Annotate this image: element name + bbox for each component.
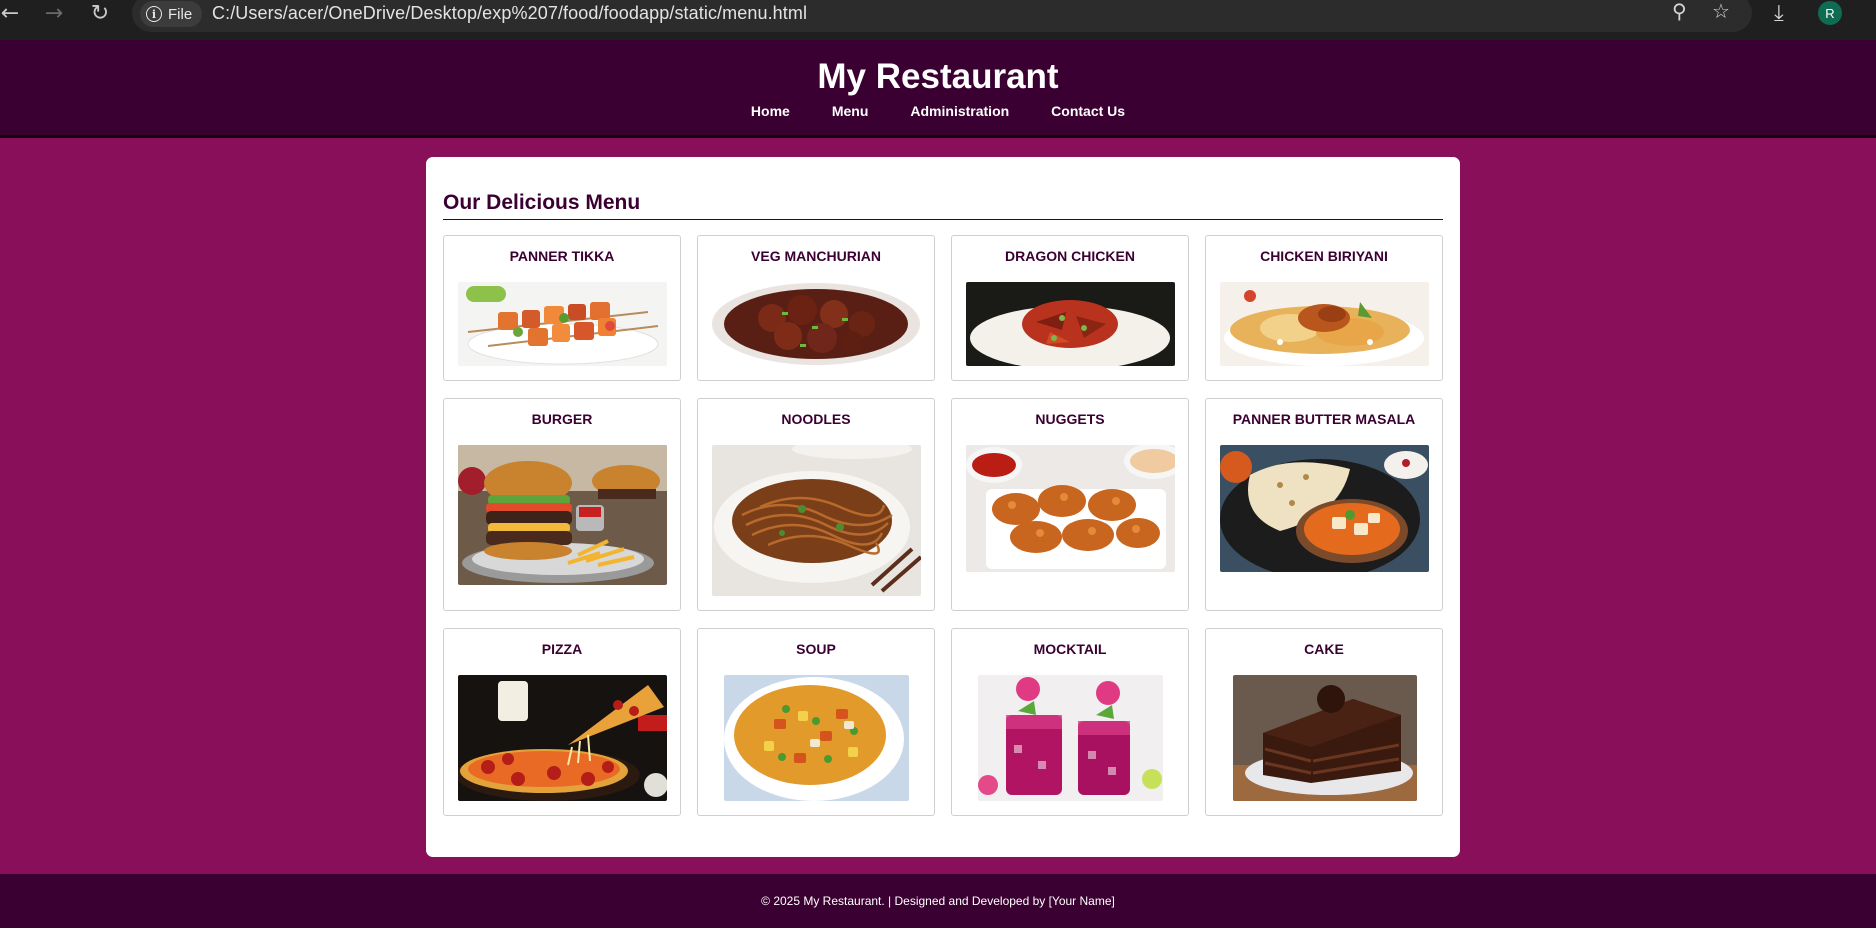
menu-item-card: NUGGETS [951,398,1189,611]
burger-image [458,445,667,585]
mocktail-image [978,675,1163,801]
menu-item-card: NOODLES [697,398,935,611]
bookmark-star-icon[interactable]: ☆ [1712,0,1730,23]
main-nav: Home Menu Administration Contact Us [0,103,1876,119]
menu-item-card: SOUP [697,628,935,816]
menu-item-title: PANNER TIKKA [509,248,615,264]
pizza-image [458,675,667,801]
menu-item-title: NOODLES [781,411,851,427]
menu-item-title: SOUP [796,641,836,657]
veg-manchurian-image [712,282,921,366]
site-info-chip[interactable]: i File [140,1,203,27]
nuggets-image [966,445,1175,572]
site-header: My Restaurant Home Menu Administration C… [0,40,1876,138]
browser-toolbar: ← → ↻ i File C:/Users/acer/OneDrive/Desk… [0,0,1876,40]
menu-item-title: CHICKEN BIRIYANI [1260,248,1388,264]
menu-item-card: CHICKEN BIRIYANI [1205,235,1443,381]
menu-item-card: DRAGON CHICKEN [951,235,1189,381]
address-bar[interactable]: i File C:/Users/acer/OneDrive/Desktop/ex… [132,0,1752,32]
zoom-icon[interactable]: ⚲ [1672,0,1687,23]
forward-icon[interactable]: → [36,0,72,26]
back-icon[interactable]: ← [0,0,28,26]
nav-administration-link[interactable]: Administration [910,103,1009,119]
menu-item-card: PANNER TIKKA [443,235,681,381]
cake-image [1233,675,1417,801]
menu-heading: Our Delicious Menu [443,191,1443,220]
info-icon: i [146,6,162,22]
dragon-chicken-image [966,282,1175,366]
panner-butter-masala-image [1220,445,1429,572]
menu-item-title: PIZZA [541,641,583,657]
reload-icon[interactable]: ↻ [82,0,118,26]
menu-item-card: MOCKTAIL [951,628,1189,816]
site-footer: © 2025 My Restaurant. | Designed and Dev… [0,874,1876,928]
panner-tikka-image [458,282,667,366]
site-title: My Restaurant [817,57,1059,96]
download-icon[interactable]: ⤓ [1774,1,1784,26]
menu-item-title: CAKE [1304,641,1344,657]
menu-item-card: BURGER [443,398,681,611]
menu-item-card: CAKE [1205,628,1443,816]
menu-item-card: VEG MANCHURIAN [697,235,935,381]
nav-home-link[interactable]: Home [751,103,790,119]
menu-section: Our Delicious Menu PANNER TIKKA VEG MANC… [426,157,1460,857]
footer-text: © 2025 My Restaurant. | Designed and Dev… [761,894,1115,908]
menu-item-title: BURGER [531,411,593,427]
menu-item-title: MOCKTAIL [1033,641,1107,657]
site-chip-label: File [168,5,193,23]
nav-menu-link[interactable]: Menu [832,103,869,119]
profile-avatar[interactable]: R [1818,1,1842,25]
nav-contact-link[interactable]: Contact Us [1051,103,1125,119]
noodles-image [712,445,921,596]
soup-image [724,675,909,801]
chicken-biriyani-image [1220,282,1429,366]
menu-item-title: PANNER BUTTER MASALA [1232,411,1416,427]
menu-item-card: PANNER BUTTER MASALA [1205,398,1443,611]
menu-item-card: PIZZA [443,628,681,816]
url-text[interactable]: C:/Users/acer/OneDrive/Desktop/exp%207/f… [212,3,807,24]
menu-item-title: NUGGETS [1035,411,1105,427]
menu-item-title: DRAGON CHICKEN [1005,248,1135,264]
menu-item-title: VEG MANCHURIAN [751,248,881,264]
